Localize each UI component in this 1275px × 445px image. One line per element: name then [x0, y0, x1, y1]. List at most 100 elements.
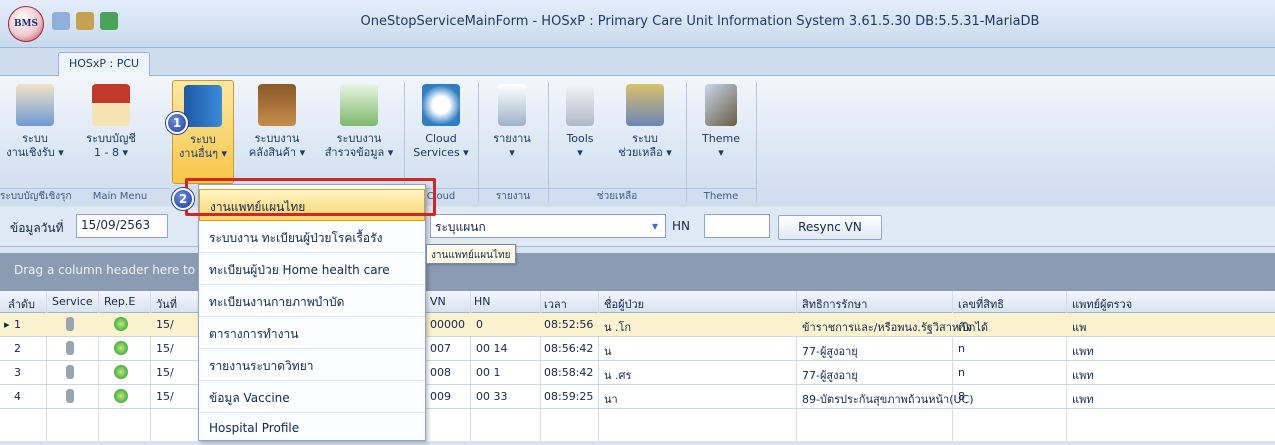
group-by-panel[interactable]: Drag a column header here to group by th…	[0, 253, 1275, 291]
cell-right-no: n	[958, 366, 965, 379]
ribbon-label: คลังสินค้า ▾	[248, 146, 306, 159]
cell-time: 08:52:56	[544, 318, 594, 331]
column-header[interactable]: VN	[430, 295, 446, 308]
table-row[interactable]: 3 15/ 008 00 1 08:58:42 น .ศร 77-ผู้สูงอ…	[0, 361, 1275, 385]
ribbon-button-tools[interactable]: Tools ▾	[554, 80, 606, 184]
ribbon-button-reports[interactable]: รายงาน ▾	[484, 80, 540, 184]
warehouse-icon	[258, 84, 296, 126]
cell-no: 4	[14, 390, 21, 403]
chevron-down-icon[interactable]: ▾	[652, 219, 658, 233]
hn-input[interactable]	[704, 214, 770, 238]
status-green-icon	[114, 341, 128, 355]
ribbon-label: Cloud	[425, 132, 457, 145]
cell-right-no: 8	[958, 390, 965, 403]
user-icon[interactable]	[76, 12, 94, 30]
ribbon-button-reception[interactable]: ระบบ งานเชิงรับ ▾	[4, 80, 66, 184]
ribbon-group-label: รายงาน	[478, 188, 548, 204]
ribbon-group-label: ช่วยเหลือ	[548, 188, 686, 204]
ribbon-button-warehouse[interactable]: ระบบงาน คลังสินค้า ▾	[246, 80, 308, 184]
app-logo[interactable]: BMS	[8, 6, 44, 42]
cell-time: 08:58:42	[544, 366, 594, 379]
menu-item-physical-therapy[interactable]: ทะเบียนงานกายภาพบำบัด	[199, 285, 425, 317]
cell-no: 3	[14, 366, 21, 379]
date-field[interactable]: 15/09/2563	[76, 214, 168, 238]
column-header[interactable]: Rep.E	[104, 295, 135, 308]
ribbon-label: ▾	[577, 146, 583, 159]
ribbon-button-cloud-services[interactable]: Cloud Services ▾	[410, 80, 472, 184]
status-green-icon	[114, 389, 128, 403]
column-header[interactable]: สิทธิการรักษา	[802, 295, 867, 313]
date-label: ข้อมูลวันที่	[10, 221, 64, 235]
cell-no: 2	[14, 342, 21, 355]
service-person-icon	[66, 341, 74, 355]
spreadsheet-icon	[340, 84, 378, 126]
service-person-icon	[66, 317, 74, 331]
cell-date: 15/	[156, 342, 174, 355]
column-header[interactable]: ลำดับ	[8, 295, 35, 313]
department-select[interactable]: ระบุแผนก	[430, 214, 666, 238]
ribbon-label: งานอื่นๆ ▾	[178, 147, 228, 160]
ribbon-group-label: ระบบบัญชีเชิงรุก	[0, 188, 72, 204]
ribbon-group-label: Theme	[686, 188, 756, 204]
help-book-icon	[626, 84, 664, 126]
column-header[interactable]: HN	[474, 295, 491, 308]
dropdown-arrow-icon[interactable]	[124, 12, 134, 30]
quick-access-icon[interactable]	[52, 12, 70, 30]
cell-name: น	[604, 345, 612, 358]
report-icon	[498, 84, 526, 126]
cell-vn: 008	[430, 366, 451, 379]
tab-hosxp-pcu[interactable]: HOSxP : PCU	[58, 52, 150, 76]
menu-item-work-schedule[interactable]: ตารางการทำงาน	[199, 317, 425, 349]
visit-grid: ลำดับ Service Rep.E วันที่ VN HN เวลา ชื…	[0, 291, 1275, 441]
ribbon-label: Tools	[566, 132, 594, 145]
service-person-icon	[66, 389, 74, 403]
ribbon-button-survey[interactable]: ระบบงาน สำรวจข้อมูล ▾	[320, 80, 398, 184]
book-icon	[184, 85, 222, 127]
cell-hn: 00 33	[476, 390, 508, 403]
column-header[interactable]: ชื่อผู้ป่วย	[604, 295, 644, 313]
menu-item-vaccine[interactable]: ข้อมูล Vaccine	[199, 381, 425, 413]
ribbon-button-accounts[interactable]: ระบบบัญชี 1 - 8 ▾	[80, 80, 142, 184]
table-row[interactable]: 2 15/ 007 00 14 08:56:42 น 77-ผู้สูงอายุ…	[0, 337, 1275, 361]
ribbon-separator	[548, 82, 549, 202]
cell-doctor: แพ	[1072, 321, 1087, 334]
hn-label: HN	[672, 219, 690, 233]
menu-item-hospital-profile[interactable]: Hospital Profile	[199, 413, 425, 445]
ribbon-label: รายงาน	[493, 132, 531, 145]
menu-item-chronic-disease-registry[interactable]: ระบบงาน ทะเบียนผู้ป่วยโรคเรื้อรัง	[199, 221, 425, 253]
cloud-icon	[422, 84, 460, 126]
cell-date: 15/	[156, 366, 174, 379]
resync-vn-button[interactable]: Resync VN	[778, 215, 882, 240]
column-header[interactable]: วันที่	[156, 295, 177, 313]
ribbon-tab-row	[0, 48, 1275, 76]
cell-vn: 009	[430, 390, 451, 403]
service-person-icon	[66, 365, 74, 379]
menu-item-epidemiology-report[interactable]: รายงานระบาดวิทยา	[199, 349, 425, 381]
ribbon-label: สำรวจข้อมูล ▾	[324, 146, 394, 159]
cell-no: 1	[14, 318, 21, 331]
ribbon-label: ระบบบัญชี	[86, 132, 136, 145]
title-bar: BMS OneStopServiceMainForm - HOSxP : Pri…	[0, 0, 1275, 48]
ribbon-label: ระบบ	[190, 133, 216, 146]
column-header[interactable]: เลขที่สิทธิ	[958, 295, 1004, 313]
ribbon-label: 1 - 8 ▾	[94, 146, 128, 159]
column-header[interactable]: Service	[52, 295, 93, 308]
column-header[interactable]: แพทย์ผู้ตรวจ	[1072, 295, 1132, 313]
cell-name: นา	[604, 393, 618, 406]
menu-item-home-health-care[interactable]: ทะเบียนผู้ป่วย Home health care	[199, 253, 425, 285]
save-icon[interactable]	[100, 12, 118, 30]
paintbrush-icon	[705, 84, 737, 126]
column-header[interactable]: เวลา	[544, 295, 567, 313]
cell-name: น .ศร	[604, 369, 632, 382]
step-badge-1: 1	[166, 112, 188, 134]
ribbon-label: ▾	[509, 146, 515, 159]
cell-time: 08:59:25	[544, 390, 594, 403]
table-row[interactable]: ▸ 1 15/ 00000 0 08:52:56 น .โก ข้าราชการ…	[0, 313, 1275, 337]
ribbon-label: ระบบ	[632, 132, 658, 145]
ribbon-button-help[interactable]: ระบบ ช่วยเหลือ ▾	[610, 80, 680, 184]
ribbon-button-theme[interactable]: Theme ▾	[692, 80, 750, 184]
cell-doctor: แพท	[1072, 369, 1094, 382]
cell-right: ข้าราชการและ/หรือพนง.รัฐวิสาหกิจ	[802, 321, 973, 334]
table-row[interactable]: 4 15/ 009 00 33 08:59:25 นา 89-บัตรประกั…	[0, 385, 1275, 409]
ribbon-label: ระบบงาน	[254, 132, 300, 145]
